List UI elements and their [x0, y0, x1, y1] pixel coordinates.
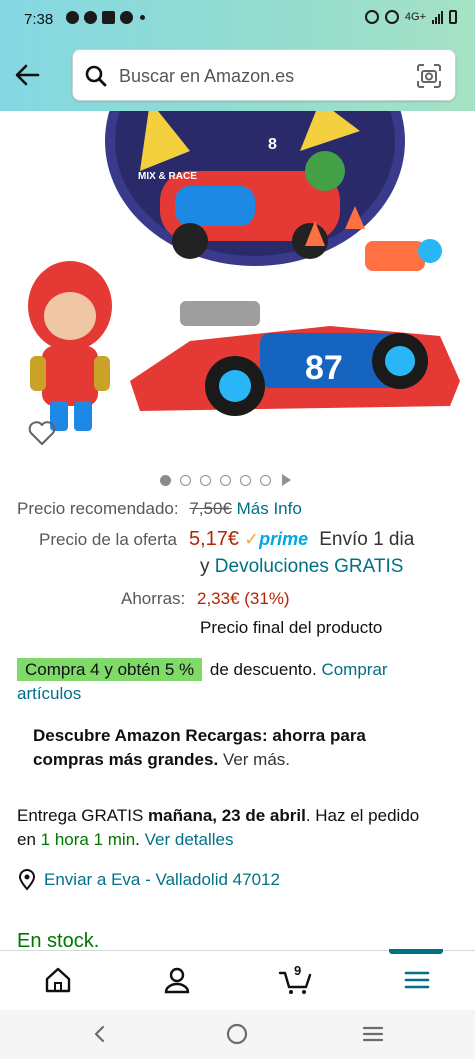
search-icon	[85, 65, 107, 87]
more-info-link[interactable]: Más Info	[237, 499, 302, 518]
prime-logo: prime	[259, 529, 309, 549]
delivery-dot: .	[135, 830, 140, 849]
location-pin-icon	[18, 869, 36, 891]
shipping-text: Envío 1 dia	[319, 529, 415, 550]
mute-icon	[384, 10, 399, 24]
network-type: 4G+	[404, 11, 426, 23]
returns-row: y Devoluciones GRATIS	[200, 555, 403, 579]
system-home-icon[interactable]	[226, 1023, 248, 1045]
deal-text: de descuento.	[209, 660, 317, 679]
video-play-icon[interactable]	[282, 474, 291, 486]
deal-row: Compra 4 y obtén 5 % de descuento. Compr…	[17, 657, 457, 683]
more-notifications-icon	[140, 15, 145, 20]
carousel-dot[interactable]	[260, 474, 271, 486]
free-returns-link[interactable]: Devoluciones GRATIS	[215, 556, 404, 577]
alarm-icon	[364, 10, 379, 24]
wishlist-heart-icon[interactable]	[28, 420, 56, 446]
delivery-details-link[interactable]: Ver detalles	[145, 830, 234, 849]
offer-price-label: Precio de la oferta	[39, 530, 177, 549]
toy-car-illustration: MIX & RACE 8 87	[28, 111, 460, 431]
account-icon[interactable]	[162, 965, 192, 995]
delivery-countdown: 1 hora 1 min	[40, 830, 136, 849]
delivery-info: Entrega GRATIS mañana, 23 de abril. Haz …	[17, 804, 419, 852]
delivery-prefix: Entrega GRATIS	[17, 806, 144, 825]
recargas-headline-2: compras más grandes.	[33, 750, 219, 769]
stock-text: En stock.	[17, 930, 100, 952]
search-bar[interactable]: Buscar en Amazon.es	[72, 49, 456, 101]
final-price-note: Precio final del producto	[200, 618, 383, 637]
delivery-suffix: . Haz el pedido	[305, 806, 420, 825]
savings-row: Ahorras: 2,33€ (31%)	[121, 588, 290, 610]
savings-label: Ahorras:	[121, 589, 186, 608]
system-back-icon[interactable]	[90, 1024, 110, 1044]
search-input[interactable]: Buscar en Amazon.es	[119, 66, 294, 87]
recommended-price-label: Precio recomendado:	[17, 499, 179, 518]
deal-badge: Compra 4 y obtén 5 %	[17, 658, 203, 681]
offer-price-value: 5,17€	[188, 528, 240, 550]
menu-hamburger-icon[interactable]	[402, 965, 432, 995]
android-nav-bar	[0, 1010, 475, 1059]
product-image[interactable]: MIX & RACE 8 87	[0, 111, 475, 461]
recommended-price-row: Precio recomendado: 7,50€ Más Info	[17, 498, 302, 520]
facebook-icon	[84, 11, 97, 24]
prime-check-icon: ✓	[244, 529, 260, 549]
carousel-dot[interactable]	[160, 474, 171, 486]
shop-items-link-cont: artículos	[17, 683, 81, 705]
recommended-price-value: 7,50€	[189, 499, 232, 518]
system-status-icons: 4G+	[364, 10, 457, 24]
delivery-en: en	[17, 830, 36, 849]
image-carousel-dots[interactable]	[160, 474, 291, 486]
tin-number: 8	[268, 136, 277, 153]
car-number: 87	[305, 349, 343, 387]
returns-prefix: y	[200, 556, 210, 577]
system-recents-icon[interactable]	[362, 1024, 384, 1044]
app-header: 7:38 4G+ Buscar en Amazon.es	[0, 0, 475, 111]
home-icon[interactable]	[43, 965, 73, 995]
recargas-more-link[interactable]: Ver más.	[223, 750, 290, 769]
bottom-nav-bar	[0, 950, 475, 1010]
shop-items-link[interactable]: Comprar	[321, 660, 387, 679]
recargas-promo: Descubre Amazon Recargas: ahorra para co…	[33, 725, 366, 771]
active-tab-indicator	[389, 949, 443, 954]
whatsapp-icon	[66, 11, 79, 24]
status-bar: 7:38 4G+	[0, 0, 475, 38]
gmail-icon	[102, 11, 115, 24]
status-time: 7:38	[24, 11, 54, 28]
carousel-dot[interactable]	[200, 474, 211, 486]
offer-price-row: Precio de la oferta 5,17€ ✓prime Envío 1…	[39, 527, 414, 552]
carousel-dot[interactable]	[240, 474, 251, 486]
camera-scan-icon[interactable]	[416, 63, 442, 89]
battery-icon	[449, 10, 457, 24]
delivery-address[interactable]: Enviar a Eva - Valladolid 47012	[17, 869, 280, 891]
stock-status: En stock.	[17, 930, 99, 952]
carousel-dot[interactable]	[220, 474, 231, 486]
cart-count-badge: 9	[294, 963, 302, 978]
savings-value: 2,33€ (31%)	[196, 589, 290, 608]
recargas-headline: Descubre Amazon Recargas: ahorra para	[33, 726, 366, 745]
back-arrow-icon[interactable]	[12, 60, 42, 90]
carousel-dot[interactable]	[180, 474, 191, 486]
tin-logo: MIX & RACE	[138, 171, 197, 182]
app-notification-icon	[120, 11, 133, 24]
address-link[interactable]: Enviar a Eva - Valladolid 47012	[44, 869, 280, 891]
signal-icon	[432, 10, 443, 24]
delivery-date: mañana, 23 de abril	[148, 806, 306, 825]
notification-icons	[66, 11, 145, 24]
shop-items-link-part2[interactable]: artículos	[17, 684, 81, 703]
